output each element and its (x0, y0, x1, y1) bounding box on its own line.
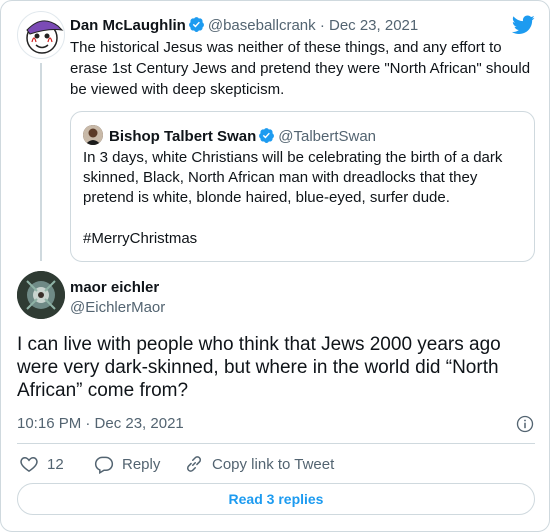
heart-icon (20, 456, 38, 472)
main-tweet-meta: 10:16 PM · Dec 23, 2021 (17, 415, 535, 433)
quoted-author-handle[interactable]: @TalbertSwan (278, 128, 376, 145)
verified-badge-icon (188, 17, 204, 32)
read-replies-button[interactable]: Read 3 replies (17, 483, 535, 515)
talbert-avatar (83, 125, 103, 145)
copy-link-label: Copy link to Tweet (212, 456, 335, 473)
info-icon[interactable] (515, 414, 535, 434)
verified-badge-icon (259, 128, 275, 143)
parent-author-name[interactable]: Dan McLaughlin (70, 17, 186, 34)
reply-label: Reply (122, 456, 161, 473)
parent-tweet-header: Dan McLaughlin @baseballcrank · Dec 23, 2… (70, 16, 418, 35)
main-author-name[interactable]: maor eichler (70, 279, 159, 297)
quoted-tweet-text: In 3 days, white Christians will be cele… (83, 149, 503, 206)
like-button[interactable]: 12 (19, 454, 64, 475)
tweet-embed-card: Dan McLaughlin @baseballcrank · Dec 23, 2… (0, 0, 550, 532)
copy-link-button[interactable]: Copy link to Tweet (184, 454, 334, 475)
quoted-tweet-header: Bishop Talbert Swan @TalbertSwan (83, 125, 376, 146)
reply-bubble-icon (94, 456, 114, 475)
like-count: 12 (47, 456, 64, 473)
main-tweet-text: I can live with people who think that Je… (17, 334, 501, 401)
separator-dot: · (319, 17, 325, 34)
actions-divider (17, 443, 535, 444)
main-author-handle[interactable]: @EichlerMaor (70, 299, 165, 317)
quoted-tweet-hashtag[interactable]: #MerryChristmas (83, 229, 197, 249)
parent-author-handle[interactable]: @baseballcrank (208, 17, 316, 34)
link-icon (186, 456, 202, 472)
twitter-bird-icon[interactable] (512, 15, 535, 35)
quoted-tweet[interactable]: Bishop Talbert Swan @TalbertSwan In 3 day… (70, 111, 535, 262)
thread-connector-line (40, 63, 42, 261)
maor-avatar[interactable] (17, 271, 65, 319)
parent-tweet-date[interactable]: Dec 23, 2021 (329, 17, 418, 34)
main-tweet-timestamp[interactable]: 10:16 PM · Dec 23, 2021 (17, 415, 184, 432)
quoted-author-name[interactable]: Bishop Talbert Swan (109, 128, 256, 145)
main-tweet-author[interactable]: maor eichler @EichlerMaor (17, 271, 535, 323)
reply-button[interactable]: Reply (94, 454, 160, 475)
dan-avatar[interactable] (17, 11, 65, 59)
parent-tweet-text: The historical Jesus was neither of thes… (70, 39, 531, 98)
